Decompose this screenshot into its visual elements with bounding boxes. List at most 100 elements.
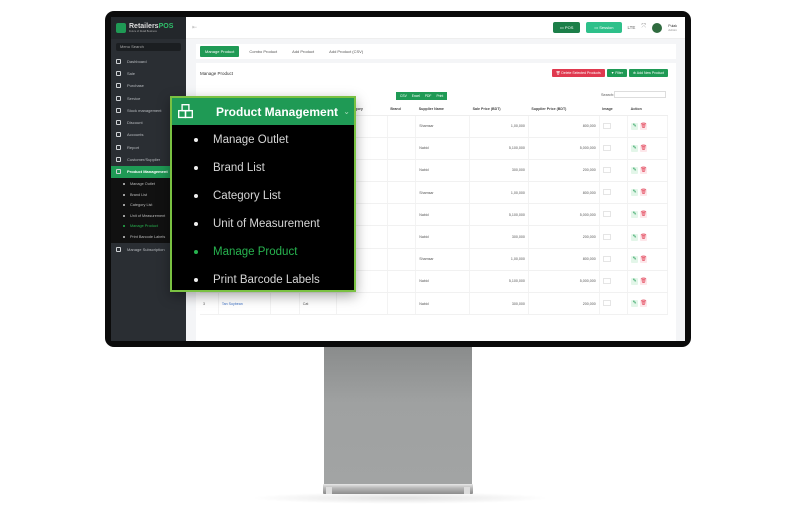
language-selector[interactable]: LTE bbox=[628, 25, 636, 30]
sidebar-item[interactable]: Sale bbox=[111, 67, 186, 79]
action-buttons: ✎ 🗑 bbox=[631, 211, 664, 219]
session-button[interactable]: ▭ Session bbox=[586, 22, 622, 33]
sidebar-subitem-label: Unit of Measurement bbox=[130, 213, 166, 218]
delete-icon[interactable]: 🗑 bbox=[640, 189, 648, 197]
collapse-icon[interactable]: ⇤ bbox=[192, 24, 197, 31]
tab-add-product-csv-[interactable]: Add Product (CSV) bbox=[324, 46, 368, 57]
edit-icon[interactable]: ✎ bbox=[631, 300, 639, 308]
action-buttons: ✎ 🗑 bbox=[631, 277, 664, 285]
cell-image bbox=[599, 137, 629, 160]
delete-selected-button[interactable]: 🗑 Delete Selected Products bbox=[551, 69, 605, 77]
delete-icon[interactable]: 🗑 bbox=[640, 122, 648, 130]
edit-icon[interactable]: ✎ bbox=[631, 189, 639, 197]
cell-supplier: Nabid bbox=[415, 159, 471, 183]
search-label: Search: bbox=[601, 93, 615, 97]
edit-icon[interactable]: ✎ bbox=[631, 211, 639, 219]
delete-icon[interactable]: 🗑 bbox=[640, 255, 648, 263]
popout-item[interactable]: Manage Product bbox=[172, 238, 354, 266]
delete-icon[interactable]: 🗑 bbox=[640, 211, 648, 219]
cell-image bbox=[599, 159, 629, 183]
delete-icon[interactable]: 🗑 bbox=[640, 277, 648, 285]
avatar[interactable] bbox=[652, 22, 663, 33]
pos-label: POS bbox=[564, 25, 574, 30]
cell-supplier: Shamsar bbox=[415, 248, 471, 271]
bullet-icon bbox=[194, 138, 198, 142]
popout-item[interactable]: Print Barcode Labels bbox=[172, 266, 354, 294]
table-row[interactable]: 3 Tan Soybean Cat Nabid 300,000 200,000 ✎ 🗑 bbox=[200, 292, 668, 316]
action-buttons: ✎ 🗑 bbox=[631, 144, 664, 152]
edit-icon[interactable]: ✎ bbox=[631, 144, 639, 152]
export-pdf-button[interactable]: PDF bbox=[423, 93, 434, 99]
cell-action: ✎ 🗑 bbox=[627, 181, 668, 205]
product-management-popout: Product Management ⌄ Manage Outlet Brand … bbox=[170, 96, 356, 292]
export-csv-button[interactable]: CSV bbox=[398, 93, 409, 99]
delete-icon[interactable]: 🗑 bbox=[640, 300, 648, 308]
export-excel-button[interactable]: Excel bbox=[410, 93, 422, 99]
fullscreen-icon[interactable]: ⤧ bbox=[641, 24, 646, 31]
search-input[interactable] bbox=[614, 91, 666, 98]
product-link[interactable]: Tan Soybean bbox=[222, 302, 243, 306]
edit-icon[interactable]: ✎ bbox=[631, 277, 639, 285]
pos-button[interactable]: ▭ POS bbox=[553, 22, 581, 33]
bullet-icon bbox=[123, 204, 125, 207]
popout-item[interactable]: Unit of Measurement bbox=[172, 210, 354, 238]
edit-icon[interactable]: ✎ bbox=[631, 166, 639, 174]
popout-header[interactable]: Product Management ⌄ bbox=[172, 98, 354, 125]
sidebar-item-label: Dashboard bbox=[127, 58, 147, 64]
export-print-button[interactable]: Print bbox=[434, 93, 445, 99]
cell-supplier: Shamsar bbox=[415, 181, 471, 205]
cell-sale: 1,00,000 bbox=[469, 181, 529, 205]
popout-item[interactable]: Category List bbox=[172, 182, 354, 210]
logo[interactable]: RetailersPOS Future of Retail Business bbox=[111, 17, 186, 39]
delete-icon[interactable]: 🗑 bbox=[640, 233, 648, 241]
delete-icon[interactable]: 🗑 bbox=[640, 166, 648, 174]
add-label: Add New Product bbox=[636, 71, 664, 75]
user-info[interactable]: Pulak Admin bbox=[668, 24, 677, 32]
tab-combo-product[interactable]: Combo Product bbox=[244, 46, 282, 57]
edit-icon[interactable]: ✎ bbox=[631, 233, 639, 241]
delete-label: Delete Selected Products bbox=[561, 71, 601, 75]
popout-item[interactable]: Manage Outlet bbox=[172, 126, 354, 154]
cell-brand bbox=[387, 225, 417, 249]
cell-model bbox=[270, 292, 300, 316]
add-product-button[interactable]: ⊕ Add New Product bbox=[629, 69, 668, 77]
cell-sale: 300,000 bbox=[469, 225, 529, 249]
column-header[interactable]: Brand bbox=[387, 103, 416, 116]
popout-item-label: Print Barcode Labels bbox=[213, 274, 320, 286]
tab-manage-product[interactable]: Manage Product bbox=[200, 46, 240, 57]
cell-image bbox=[599, 292, 629, 316]
discount-icon bbox=[116, 120, 121, 126]
cell-sprice: 200,000 bbox=[528, 225, 600, 249]
bullet-icon bbox=[194, 222, 198, 226]
sidebar-item[interactable]: Dashboard bbox=[111, 55, 186, 67]
chevron-down-icon[interactable]: ⌄ bbox=[343, 107, 350, 116]
stock-icon bbox=[116, 107, 121, 113]
popout-item-label: Unit of Measurement bbox=[213, 218, 320, 230]
cell-sale: 300,000 bbox=[469, 159, 529, 183]
cell-sprice: 5,000,000 bbox=[528, 270, 600, 294]
edit-icon[interactable]: ✎ bbox=[631, 122, 639, 130]
export-buttons: CSV Excel PDF Print bbox=[396, 92, 448, 100]
menu-search-input[interactable]: Menu Search bbox=[116, 43, 181, 51]
delete-icon[interactable]: 🗑 bbox=[640, 144, 648, 152]
popout-item[interactable]: Brand List bbox=[172, 154, 354, 182]
cell-action: ✎ 🗑 bbox=[627, 292, 668, 316]
cell-image bbox=[599, 248, 629, 271]
column-header[interactable]: Sale Price (BDT) bbox=[469, 103, 529, 116]
sidebar-item-label: Service bbox=[127, 95, 141, 101]
column-header[interactable]: Supplier Name bbox=[415, 103, 470, 116]
column-header[interactable]: Supplier Price (BDT) bbox=[528, 103, 600, 116]
popout-title: Product Management bbox=[216, 104, 339, 119]
filter-button[interactable]: ▼ Filter bbox=[606, 69, 628, 77]
edit-icon[interactable]: ✎ bbox=[631, 255, 639, 263]
cell-name: Tan Soybean bbox=[218, 292, 272, 316]
sidebar-item-label: Customer/Supplier bbox=[127, 157, 161, 163]
accounts-icon bbox=[116, 132, 121, 138]
column-header[interactable]: Action bbox=[627, 103, 668, 116]
sidebar-item-label: Sale bbox=[127, 70, 136, 76]
sidebar-item[interactable]: Purchase bbox=[111, 80, 186, 92]
cell-brand bbox=[387, 203, 417, 227]
tab-add-product[interactable]: Add Product bbox=[287, 46, 319, 57]
cell-sale: 5,100,000 bbox=[469, 203, 529, 227]
column-header[interactable]: Image bbox=[599, 103, 628, 116]
